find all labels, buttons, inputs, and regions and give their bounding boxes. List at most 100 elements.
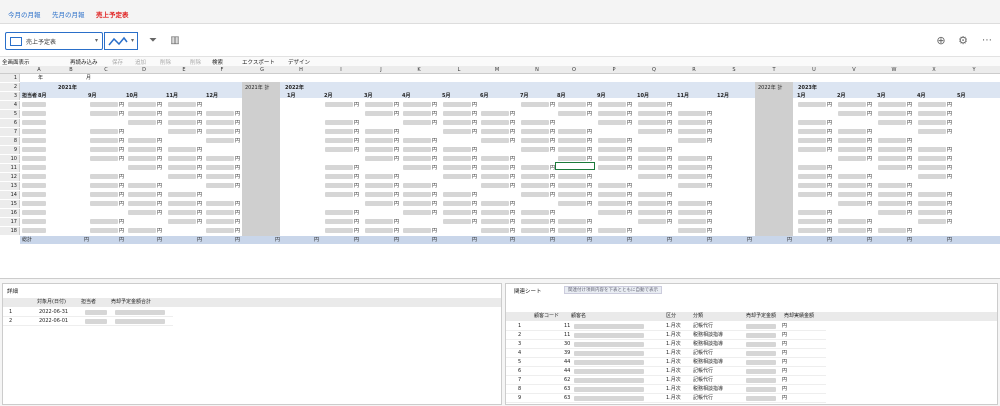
redacted-name (22, 210, 46, 215)
tab-sales-plan[interactable]: 売上予定表 (96, 9, 129, 19)
column-header[interactable]: T (755, 67, 793, 73)
customer-code: 44 (564, 359, 571, 365)
detail-tab[interactable]: 詳細 (7, 287, 18, 295)
column-header[interactable]: N (518, 67, 556, 73)
redacted-value (598, 138, 626, 143)
redacted-value (443, 219, 471, 224)
related-row[interactable]: 7 62 1.月次 記帳代行 円 (506, 376, 826, 385)
column-header[interactable]: G (243, 67, 281, 73)
related-row[interactable]: 3 30 1.月次 税務相談指導 円 (506, 340, 826, 349)
column-header[interactable]: Y (955, 67, 993, 73)
row-header[interactable]: 9 (0, 146, 20, 154)
row-header[interactable]: 11 (0, 164, 20, 172)
auto-display-button[interactable]: 関連付け項目内容を下表とともに自動で表示 (564, 286, 662, 294)
row-header[interactable]: 13 (0, 182, 20, 190)
row-header[interactable]: 2 (0, 83, 20, 91)
column-header[interactable]: R (675, 67, 713, 73)
spreadsheet[interactable]: ABCDEFGHIJKLMNOPQRSTUVWXY 1 2 3 4 5 6 7 8 9 10 11 1… (0, 66, 1000, 274)
related-row[interactable]: 4 39 1.月次 記帳代行 円 (506, 349, 826, 358)
related-row[interactable]: 8 63 1.月次 税務相談指導 円 (506, 385, 826, 394)
search-button[interactable]: 検索 (212, 58, 223, 66)
column-header[interactable]: E (165, 67, 203, 73)
row-header[interactable]: 4 (0, 101, 20, 109)
redacted-value (798, 138, 826, 143)
column-header[interactable]: B (52, 67, 90, 73)
redacted-value (598, 165, 626, 170)
month-header: 2月 (837, 93, 846, 99)
row-header[interactable]: 7 (0, 128, 20, 136)
customer-code: 62 (564, 377, 571, 383)
bar-chart-icon[interactable]: ▥ (166, 32, 184, 50)
column-header[interactable]: F (203, 67, 241, 73)
export-button[interactable]: エクスポート (242, 58, 275, 66)
yen-unit: 円 (432, 201, 438, 207)
yen-unit: 円 (947, 120, 953, 126)
delete-button[interactable]: 削除 (160, 58, 171, 66)
design-button[interactable]: デザイン (288, 58, 310, 66)
yen-unit: 円 (782, 323, 788, 329)
redacted-value (521, 147, 549, 152)
yen-unit: 円 (197, 165, 203, 171)
row-header[interactable]: 10 (0, 155, 20, 163)
related-row[interactable]: 6 44 1.月次 記帳代行 円 (506, 367, 826, 376)
related-row[interactable]: 2 11 1.月次 税務相談指導 円 (506, 331, 826, 340)
row-header[interactable]: 3 (0, 92, 20, 100)
row-header[interactable]: 14 (0, 191, 20, 199)
related-row[interactable]: 9 63 1.月次 記帳代行 円 (506, 394, 826, 403)
redacted-value (598, 120, 626, 125)
redacted-value (838, 201, 866, 206)
reload-button[interactable]: 再読み込み (70, 58, 98, 66)
column-header[interactable]: I (322, 67, 360, 73)
delete-all-button[interactable]: 削除 (190, 58, 201, 66)
row-header[interactable]: 5 (0, 110, 20, 118)
related-row[interactable]: 5 44 1.月次 税務相談指導 円 (506, 358, 826, 367)
redacted-value (403, 120, 431, 125)
yen-unit: 円 (907, 201, 913, 207)
column-header[interactable]: D (125, 67, 163, 73)
report-selector[interactable]: 売上予定表 ▾ (5, 32, 103, 50)
row-header[interactable]: 15 (0, 200, 20, 208)
column-header[interactable]: U (795, 67, 833, 73)
year-2023: 2023年 (798, 85, 817, 91)
column-header[interactable]: Q (635, 67, 673, 73)
column-header[interactable]: J (362, 67, 400, 73)
tab-this-month[interactable]: 今月の月報 (8, 9, 41, 19)
redacted-value (90, 102, 118, 107)
row-header[interactable]: 6 (0, 119, 20, 127)
more-icon[interactable]: ⋯ (978, 32, 996, 50)
related-sheet-tab[interactable]: 関連シート (514, 287, 542, 295)
column-header[interactable]: K (400, 67, 438, 73)
save-button[interactable]: 保存 (112, 58, 123, 66)
redacted-name (574, 396, 644, 401)
row-header[interactable]: 12 (0, 173, 20, 181)
yen-unit: 円 (472, 210, 478, 216)
gear-icon[interactable]: ⚙ (954, 32, 972, 50)
column-header[interactable]: L (440, 67, 478, 73)
row-header[interactable]: 1 (0, 74, 20, 82)
detail-row[interactable]: 2 2022-06-01 (3, 317, 173, 326)
detail-row[interactable]: 1 2022-06-31 (3, 308, 173, 317)
column-header[interactable]: C (87, 67, 125, 73)
row-header[interactable]: 8 (0, 137, 20, 145)
column-header[interactable]: O (555, 67, 593, 73)
row-header[interactable]: 17 (0, 218, 20, 226)
add-icon[interactable]: ⊕ (932, 32, 950, 50)
tab-last-month[interactable]: 先月の月報 (52, 9, 85, 19)
filter-icon[interactable]: ⏷ (144, 32, 162, 50)
column-header[interactable]: P (595, 67, 633, 73)
fullscreen-button[interactable]: 全画面表示 (2, 58, 30, 66)
column-header[interactable]: W (875, 67, 913, 73)
view-selector[interactable]: ▾ (104, 32, 138, 50)
column-header[interactable]: V (835, 67, 873, 73)
row-header[interactable]: 16 (0, 209, 20, 217)
redacted-value (481, 120, 509, 125)
selected-cell[interactable] (555, 162, 595, 170)
total-yen: 円 (787, 237, 793, 243)
column-header[interactable]: S (715, 67, 753, 73)
add-button[interactable]: 追加 (135, 58, 146, 66)
column-header[interactable]: X (915, 67, 953, 73)
row-header[interactable]: 18 (0, 227, 20, 235)
related-row[interactable]: 1 11 1.月次 記帳代行円 (506, 322, 826, 331)
column-header[interactable]: M (478, 67, 516, 73)
column-header[interactable]: H (282, 67, 320, 73)
